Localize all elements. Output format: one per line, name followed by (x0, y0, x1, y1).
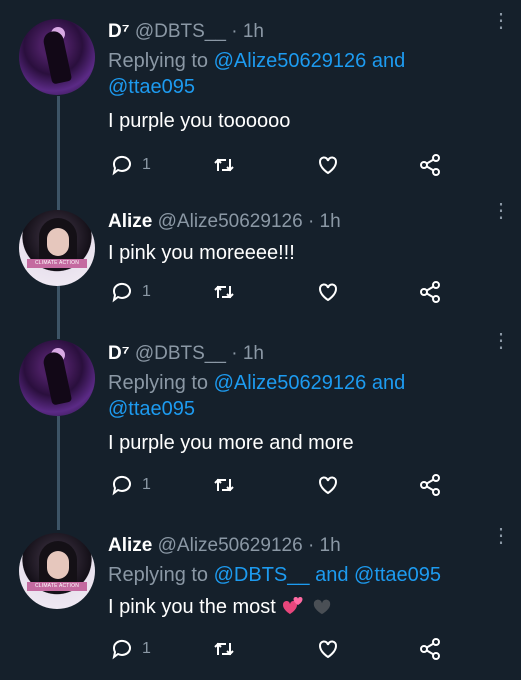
like-button[interactable] (316, 280, 340, 304)
replying-to-label: Replying to (108, 50, 209, 72)
reply-icon (112, 639, 131, 660)
retweet-button[interactable] (212, 637, 236, 661)
share-button[interactable] (418, 637, 442, 661)
share-icon (420, 638, 440, 660)
author-handle[interactable]: @Alize50629126 (158, 535, 303, 556)
avatar[interactable]: CLIMATE ACTION (19, 210, 95, 286)
avatar[interactable] (19, 19, 95, 95)
like-button[interactable] (316, 637, 340, 661)
more-options-icon[interactable]: ⋮ (491, 11, 511, 31)
retweet-button[interactable] (212, 280, 236, 304)
reply-button[interactable]: 1 (110, 473, 151, 497)
tweet-text: I pink you the most (108, 596, 276, 618)
mention-link[interactable]: @ttae095 (108, 76, 195, 98)
retweet-button[interactable] (212, 473, 236, 497)
tweet-text: I purple you more and more (108, 432, 354, 454)
reply-button[interactable]: 1 (110, 153, 151, 177)
like-button[interactable] (316, 473, 340, 497)
share-icon (420, 154, 440, 176)
timestamp[interactable]: 1h (243, 21, 264, 42)
share-icon (420, 281, 440, 303)
heart-icon (319, 640, 337, 659)
replying-and[interactable]: and (372, 372, 405, 394)
heart-icon (319, 476, 337, 495)
separator-dot: · (307, 535, 315, 556)
retweet-button[interactable] (212, 153, 236, 177)
black-heart-emoji-icon (313, 599, 331, 615)
heart-icon (319, 283, 337, 302)
replying-to-label: Replying to (108, 564, 209, 586)
mention-link[interactable]: @DBTS__ (214, 564, 310, 586)
reply-count: 1 (142, 283, 151, 300)
mention-link[interactable]: @Alize50629126 (214, 372, 367, 394)
more-options-icon[interactable]: ⋮ (491, 331, 511, 351)
author-name[interactable]: D⁷ (108, 21, 130, 42)
share-button[interactable] (418, 473, 442, 497)
mention-link[interactable]: @ttae095 (354, 564, 441, 586)
reply-icon (112, 155, 131, 176)
more-options-icon[interactable]: ⋮ (491, 526, 511, 546)
author-name[interactable]: Alize (108, 535, 152, 556)
like-button[interactable] (316, 153, 340, 177)
avatar[interactable]: CLIMATE ACTION (19, 533, 95, 609)
mention-link[interactable]: @ttae095 (108, 398, 195, 420)
share-icon (420, 474, 440, 496)
separator-dot: · (231, 21, 238, 42)
avatar-banner: CLIMATE ACTION (27, 259, 87, 268)
separator-dot: · (307, 211, 315, 232)
two-hearts-emoji-icon (283, 596, 303, 614)
mention-link[interactable]: @Alize50629126 (214, 50, 367, 72)
reply-button[interactable]: 1 (110, 280, 151, 304)
retweet-icon (214, 158, 234, 172)
author-handle[interactable]: @DBTS__ (135, 21, 226, 42)
replying-to-label: Replying to (108, 372, 209, 394)
avatar[interactable] (19, 340, 95, 416)
more-options-icon[interactable]: ⋮ (491, 201, 511, 221)
retweet-icon (214, 478, 234, 492)
reply-icon (112, 282, 131, 303)
retweet-icon (214, 285, 234, 299)
author-handle[interactable]: @DBTS__ (135, 343, 226, 364)
reply-count: 1 (142, 476, 151, 493)
timestamp[interactable]: 1h (320, 535, 341, 556)
avatar-banner: CLIMATE ACTION (27, 582, 87, 591)
reply-button[interactable]: 1 (110, 637, 151, 661)
share-button[interactable] (418, 280, 442, 304)
author-name[interactable]: D⁷ (108, 343, 130, 364)
author-name[interactable]: Alize (108, 211, 152, 232)
reply-count: 1 (142, 640, 151, 657)
retweet-icon (214, 642, 234, 656)
reply-icon (112, 475, 131, 496)
replying-and[interactable]: and (315, 564, 348, 586)
timestamp[interactable]: 1h (320, 211, 341, 232)
tweet[interactable]: CLIMATE ACTION Alize @Alize50629126 · 1h… (0, 525, 521, 680)
share-button[interactable] (418, 153, 442, 177)
author-handle[interactable]: @Alize50629126 (158, 211, 303, 232)
tweet[interactable]: D⁷ @DBTS__ · 1h Replying to @Alize506291… (0, 330, 521, 515)
timestamp[interactable]: 1h (243, 343, 264, 364)
tweet[interactable]: CLIMATE ACTION Alize @Alize50629126 · 1h… (0, 200, 521, 330)
replying-and[interactable]: and (372, 50, 405, 72)
tweet-text: I purple you toooooo (108, 110, 291, 132)
tweet-text: I pink you moreeee!!! (108, 242, 295, 264)
separator-dot: · (231, 343, 238, 364)
tweet[interactable]: D⁷ @DBTS__ · 1h Replying to @Alize506291… (0, 10, 521, 195)
reply-count: 1 (142, 156, 151, 173)
heart-icon (319, 156, 337, 175)
